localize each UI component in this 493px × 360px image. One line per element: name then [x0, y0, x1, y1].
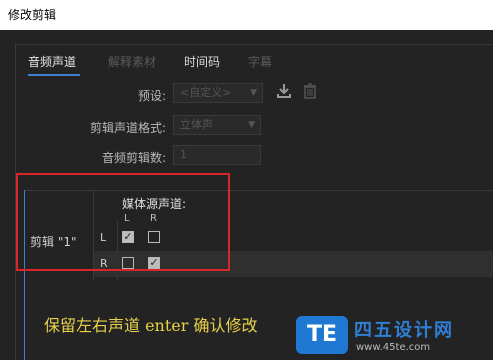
active-tab-indicator [28, 74, 80, 76]
audio-clip-count-label: 音频剪辑数: [101, 151, 166, 165]
download-icon[interactable] [276, 83, 292, 103]
modify-clip-dialog: 音频声道 解释素材 时间码 字幕 预设: <自定义> ▼ 剪辑声道格式: 立体声… [0, 30, 493, 360]
audio-clip-count-value: 1 [180, 148, 187, 161]
window-title: 修改剪辑 [8, 8, 57, 22]
tab-interpret-footage[interactable]: 解释素材 [108, 53, 156, 70]
tab-label: 字幕 [248, 55, 273, 69]
chevron-down-icon: ▼ [248, 120, 255, 130]
watermark-logo: TE [296, 316, 348, 354]
channel-mapping-grid: 剪辑 "1" 媒体源声道: L R L ✓ R ✓ [24, 190, 493, 281]
column-header-l: L [124, 213, 130, 224]
channel-format-dropdown[interactable]: 立体声 ▼ [173, 115, 261, 135]
chevron-down-icon: ▼ [250, 88, 257, 98]
channel-label: L [100, 231, 107, 244]
site-watermark: TE 四五设计网 www.45te.com [296, 314, 493, 360]
channel-row-l: L ✓ [94, 225, 493, 251]
checkbox-r-r[interactable]: ✓ [148, 257, 160, 269]
clip-label: 剪辑 "1" [30, 235, 77, 249]
panel-accent-line [24, 190, 25, 360]
watermark-url: www.45te.com [356, 342, 431, 353]
tab-timecode[interactable]: 时间码 [184, 53, 220, 70]
watermark-name: 四五设计网 [354, 320, 454, 341]
preset-dropdown[interactable]: <自定义> ▼ [173, 83, 263, 103]
tab-label: 解释素材 [108, 55, 157, 69]
channel-format-value: 立体声 [180, 118, 213, 131]
trash-icon[interactable] [303, 83, 317, 103]
checkbox-l-r[interactable] [148, 231, 160, 243]
tab-audio-channels[interactable]: 音频声道 [28, 53, 80, 76]
clip-column: 剪辑 "1" [24, 191, 94, 281]
channel-row-r: R ✓ [94, 251, 493, 277]
channel-format-label: 剪辑声道格式: [89, 121, 166, 135]
column-header-r: R [150, 213, 157, 224]
channel-label: R [100, 257, 108, 270]
instruction-caption: 保留左右声道 enter 确认修改 [44, 316, 258, 335]
tab-label: 音频声道 [28, 55, 77, 69]
audio-clip-count-input[interactable]: 1 [173, 145, 261, 165]
tab-label: 时间码 [184, 55, 221, 69]
media-source-channels-header: 媒体源声道: [122, 197, 187, 211]
preset-label: 预设: [137, 89, 166, 103]
window-titlebar: 修改剪辑 [0, 0, 493, 30]
checkbox-r-l[interactable] [122, 257, 134, 269]
tab-captions[interactable]: 字幕 [248, 53, 272, 70]
checkbox-l-l[interactable]: ✓ [122, 231, 134, 243]
preset-value: <自定义> [180, 86, 232, 99]
